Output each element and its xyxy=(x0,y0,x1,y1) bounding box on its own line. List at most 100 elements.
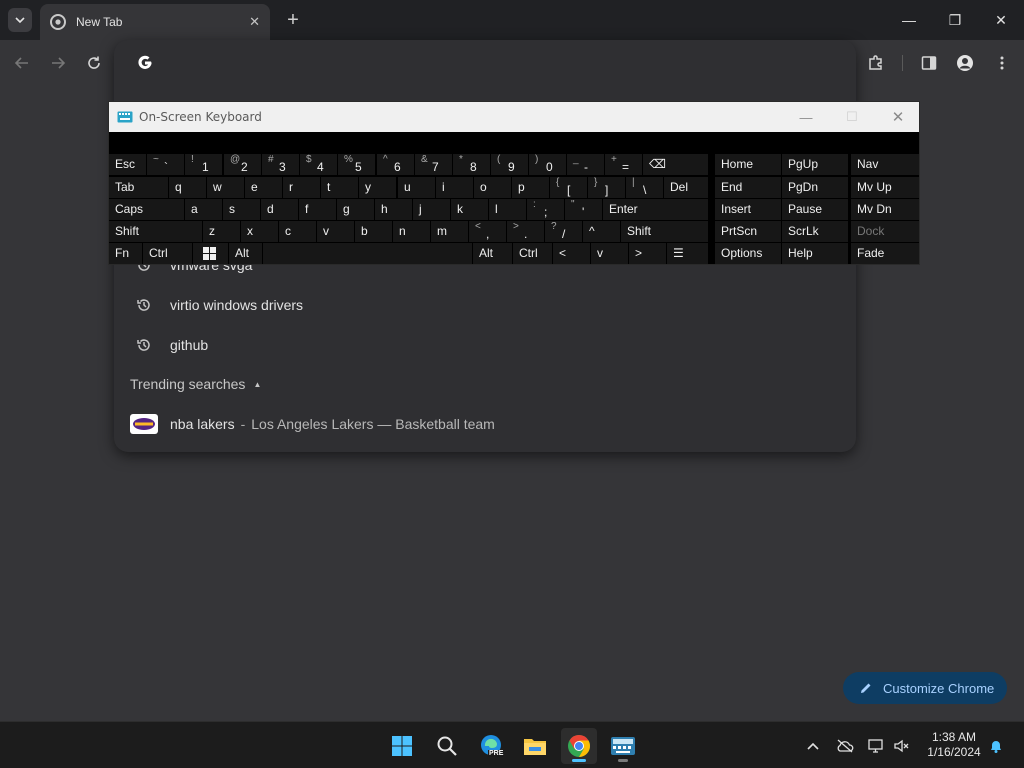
onedrive-tray-button[interactable] xyxy=(835,736,855,756)
forward-button[interactable] xyxy=(45,50,71,76)
key-h[interactable]: h xyxy=(375,199,412,220)
key-del[interactable]: Del xyxy=(664,177,708,198)
key-q[interactable]: q xyxy=(169,177,206,198)
key-caps[interactable]: Caps xyxy=(109,199,184,220)
key-i[interactable]: i xyxy=(436,177,473,198)
key-mv-up[interactable]: Mv Up xyxy=(851,177,919,198)
key-insert[interactable]: Insert xyxy=(715,199,781,220)
key-z[interactable]: z xyxy=(203,221,240,242)
key-3[interactable]: #3 xyxy=(262,154,299,175)
suggestion-item[interactable]: github xyxy=(136,334,208,356)
key-5[interactable]: % 5 xyxy=(338,154,375,175)
customize-chrome-button[interactable]: Customize Chrome xyxy=(843,672,1007,704)
suggestion-item[interactable]: virtio windows drivers xyxy=(136,294,303,316)
key-j[interactable]: j xyxy=(413,199,450,220)
key-win[interactable] xyxy=(193,243,228,264)
key-comma[interactable]: <, xyxy=(469,221,506,242)
profile-button[interactable] xyxy=(952,50,978,76)
osk-taskbar-app[interactable] xyxy=(605,728,641,764)
key-up[interactable]: ^ xyxy=(583,221,620,242)
key-p[interactable]: p xyxy=(512,177,549,198)
key-scrlk[interactable]: ScrLk xyxy=(782,221,848,242)
key-w[interactable]: w xyxy=(207,177,244,198)
key-ralt[interactable]: Alt xyxy=(473,243,512,264)
key-end[interactable]: End xyxy=(715,177,781,198)
key-4[interactable]: $4 xyxy=(300,154,337,175)
new-tab-button[interactable]: + xyxy=(282,8,304,32)
menu-button[interactable] xyxy=(989,50,1015,76)
key-u[interactable]: u xyxy=(398,177,435,198)
key-n[interactable]: n xyxy=(393,221,430,242)
key-fn[interactable]: Fn xyxy=(109,243,142,264)
key-1[interactable]: ! 1 xyxy=(185,154,222,175)
key-d[interactable]: d xyxy=(261,199,298,220)
show-hidden-icons-button[interactable] xyxy=(803,736,823,756)
key-lbracket[interactable]: {[ xyxy=(550,177,587,198)
tab-close-button[interactable]: ✕ xyxy=(249,14,260,30)
start-button[interactable] xyxy=(384,728,420,764)
key-lalt[interactable]: Alt xyxy=(229,243,262,264)
key-options[interactable]: Options xyxy=(715,243,781,264)
key-rbracket[interactable]: }] xyxy=(588,177,625,198)
minimize-button[interactable]: — xyxy=(886,0,932,40)
key-pgup[interactable]: PgUp xyxy=(782,154,848,175)
key-semicolon[interactable]: :; xyxy=(527,199,564,220)
network-tray-button[interactable] xyxy=(866,736,886,756)
osk-minimize-button[interactable]: — xyxy=(783,102,829,132)
key-equals[interactable]: + = xyxy=(605,154,642,175)
key-down[interactable]: v xyxy=(591,243,628,264)
tab-search-button[interactable] xyxy=(8,8,32,32)
key-rshift[interactable]: Shift xyxy=(621,221,708,242)
key-home[interactable]: Home xyxy=(715,154,781,175)
key-9[interactable]: (9 xyxy=(491,154,528,175)
search-button[interactable] xyxy=(429,728,465,764)
key-mv-dn[interactable]: Mv Dn xyxy=(851,199,919,220)
close-button[interactable]: ✕ xyxy=(978,0,1024,40)
key-0[interactable]: ) 0 xyxy=(529,154,566,175)
key-r[interactable]: r xyxy=(283,177,320,198)
key-8[interactable]: * 8 xyxy=(453,154,490,175)
key-a[interactable]: a xyxy=(185,199,222,220)
key-tilde[interactable]: ~ ` xyxy=(147,154,184,175)
file-explorer-taskbar-app[interactable] xyxy=(517,728,553,764)
back-button[interactable] xyxy=(9,50,35,76)
key-t[interactable]: t xyxy=(321,177,358,198)
key-m[interactable]: m xyxy=(431,221,468,242)
key-esc[interactable]: Esc xyxy=(109,154,146,175)
osk-maximize-button[interactable]: ☐ xyxy=(829,102,875,132)
trending-header[interactable]: Trending searches ▲ xyxy=(130,376,261,392)
key-l[interactable]: l xyxy=(489,199,526,220)
key-b[interactable]: b xyxy=(355,221,392,242)
key-tab[interactable]: Tab xyxy=(109,177,168,198)
key-slash[interactable]: ? / xyxy=(545,221,582,242)
key-lshift[interactable]: Shift xyxy=(109,221,202,242)
osk-title-bar[interactable]: On-Screen Keyboard — ☐ ✕ xyxy=(109,102,919,132)
chrome-taskbar-app[interactable] xyxy=(561,728,597,764)
side-panel-button[interactable] xyxy=(916,50,942,76)
key-f[interactable]: f xyxy=(299,199,336,220)
key-help[interactable]: Help xyxy=(782,243,848,264)
key-quote[interactable]: " ' xyxy=(565,199,602,220)
key-nav[interactable]: Nav xyxy=(851,154,919,175)
key-left[interactable]: < xyxy=(553,243,590,264)
key-o[interactable]: o xyxy=(474,177,511,198)
key-backslash[interactable]: | \ xyxy=(626,177,663,198)
extensions-button[interactable] xyxy=(863,50,889,76)
key-x[interactable]: x xyxy=(241,221,278,242)
key-pgdn[interactable]: PgDn xyxy=(782,177,848,198)
key-prtscn[interactable]: PrtScn xyxy=(715,221,781,242)
edge-taskbar-app[interactable]: PRE xyxy=(474,728,510,764)
key-s[interactable]: s xyxy=(223,199,260,220)
key-minus[interactable]: _ - xyxy=(567,154,604,175)
key-g[interactable]: g xyxy=(337,199,374,220)
key-6[interactable]: ^ 6 xyxy=(377,154,414,175)
notifications-button[interactable] xyxy=(986,736,1006,756)
tab-new-tab[interactable]: New Tab ✕ xyxy=(40,4,270,40)
key-period[interactable]: >. xyxy=(507,221,544,242)
taskbar-clock[interactable]: 1:38 AM 1/16/2024 xyxy=(920,730,988,760)
key-space[interactable] xyxy=(263,243,472,264)
key-menu[interactable]: ☰ xyxy=(667,243,708,264)
key-enter[interactable]: Enter xyxy=(603,199,708,220)
key-7[interactable]: & 7 xyxy=(415,154,452,175)
restore-button[interactable]: ❐ xyxy=(932,0,978,40)
